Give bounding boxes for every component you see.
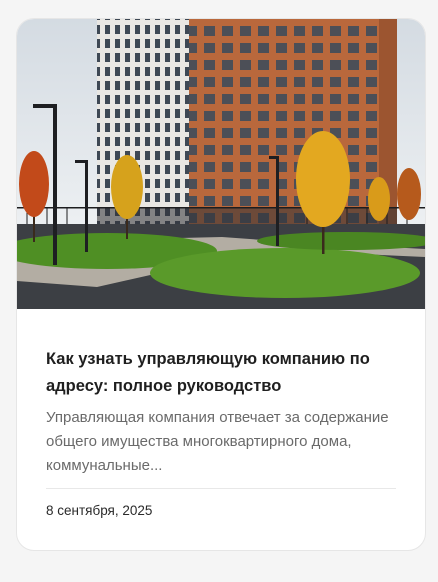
article-card[interactable]: Как узнать управляющую компанию по адрес… bbox=[16, 18, 426, 551]
article-excerpt: Управляющая компания отвечает за содержа… bbox=[46, 409, 389, 474]
article-title[interactable]: Как узнать управляющую компанию по адрес… bbox=[46, 346, 398, 400]
publish-date: 8 сентября, 2025 bbox=[46, 503, 153, 518]
card-divider bbox=[46, 488, 396, 489]
article-cover-image[interactable] bbox=[17, 19, 425, 309]
